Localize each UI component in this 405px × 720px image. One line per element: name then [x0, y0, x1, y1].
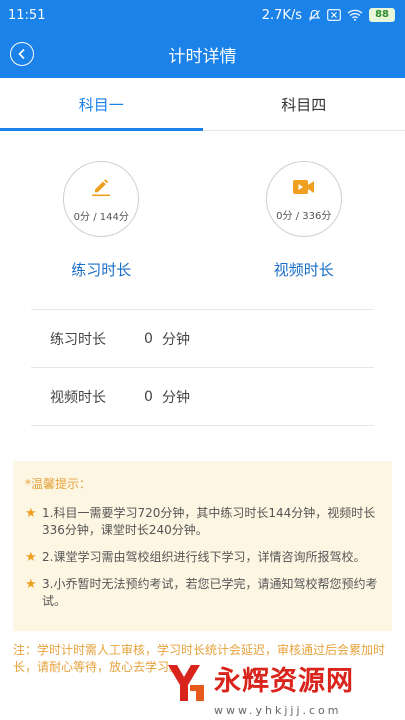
video-time-link[interactable]: 视频时长 [274, 259, 334, 280]
page-title: 计时详情 [168, 46, 237, 67]
back-arrow-icon[interactable] [10, 42, 34, 66]
video-detail-unit: 分钟 [162, 389, 190, 406]
subject-tabs: 科目一 科目四 [0, 78, 405, 131]
practice-stat: 0分 / 144分 练习时长 [21, 161, 181, 309]
video-detail-row: 视频时长 0 分钟 [31, 368, 374, 426]
pencil-icon [90, 176, 112, 202]
practice-detail-unit: 分钟 [162, 331, 190, 348]
tab-subject-one[interactable]: 科目一 [0, 78, 203, 131]
battery-icon: 88 [369, 8, 395, 22]
video-detail-label: 视频时长 [50, 389, 106, 406]
tip-item: ★ 3.小乔暂时无法预约考试，若您已学完，请通知驾校帮您预约考试。 [25, 576, 380, 610]
tips-box: *温馨提示： ★ 1.科目一需要学习720分钟，其中练习时长144分钟，视频时长… [13, 461, 392, 631]
watermark: 永辉资源网 [160, 652, 400, 712]
practice-time-link[interactable]: 练习时长 [71, 259, 131, 280]
watermark-url: www.yhkjjj.com [214, 704, 342, 717]
video-detail-value: 0 [144, 388, 153, 405]
video-stat: 0分 / 336分 视频时长 [224, 161, 384, 309]
watermark-logo-icon [160, 657, 210, 707]
status-time: 11:51 [8, 7, 46, 23]
watermark-text: 永辉资源网 [214, 667, 354, 697]
time-detail-list: 练习时长 0 分钟 视频时长 0 分钟 [31, 309, 374, 426]
nav-bar: 计时详情 [0, 30, 405, 78]
tips-title: *温馨提示： [25, 477, 92, 491]
tab-subject-four[interactable]: 科目四 [203, 78, 405, 130]
practice-detail-row: 练习时长 0 分钟 [31, 310, 374, 368]
time-stats: 0分 / 144分 练习时长 0分 / 336分 视频时长 [0, 131, 405, 309]
practice-progress-circle: 0分 / 144分 [63, 161, 140, 237]
video-icon [292, 177, 316, 201]
wifi-icon [347, 9, 363, 21]
tip-text: 1.科目一需要学习720分钟，其中练习时长144分钟，视频时长336分钟，课堂时… [42, 506, 376, 537]
star-icon: ★ [25, 577, 37, 592]
tip-item: ★ 2.课堂学习需由驾校组织进行线下学习，详情咨询所报驾校。 [25, 549, 380, 566]
close-box-icon [327, 9, 341, 21]
mute-icon [308, 9, 321, 22]
practice-detail-label: 练习时长 [50, 331, 106, 348]
practice-detail-value: 0 [144, 330, 153, 347]
video-progress-value: 0分 / 336分 [276, 210, 332, 222]
practice-progress-value: 0分 / 144分 [73, 211, 129, 223]
tip-text: 2.课堂学习需由驾校组织进行线下学习，详情咨询所报驾校。 [42, 550, 366, 564]
star-icon: ★ [25, 550, 37, 565]
status-bar: 11:51 2.7K/s 88 [0, 0, 405, 30]
tip-item: ★ 1.科目一需要学习720分钟，其中练习时长144分钟，视频时长336分钟，课… [25, 505, 380, 539]
watermark-title: 永辉资源网 [214, 666, 354, 697]
status-icons: 2.7K/s 88 [262, 8, 395, 23]
star-icon: ★ [25, 506, 37, 521]
network-speed: 2.7K/s [261, 7, 303, 23]
tip-text: 3.小乔暂时无法预约考试，若您已学完，请通知驾校帮您预约考试。 [42, 577, 378, 608]
video-progress-circle: 0分 / 336分 [265, 161, 342, 237]
